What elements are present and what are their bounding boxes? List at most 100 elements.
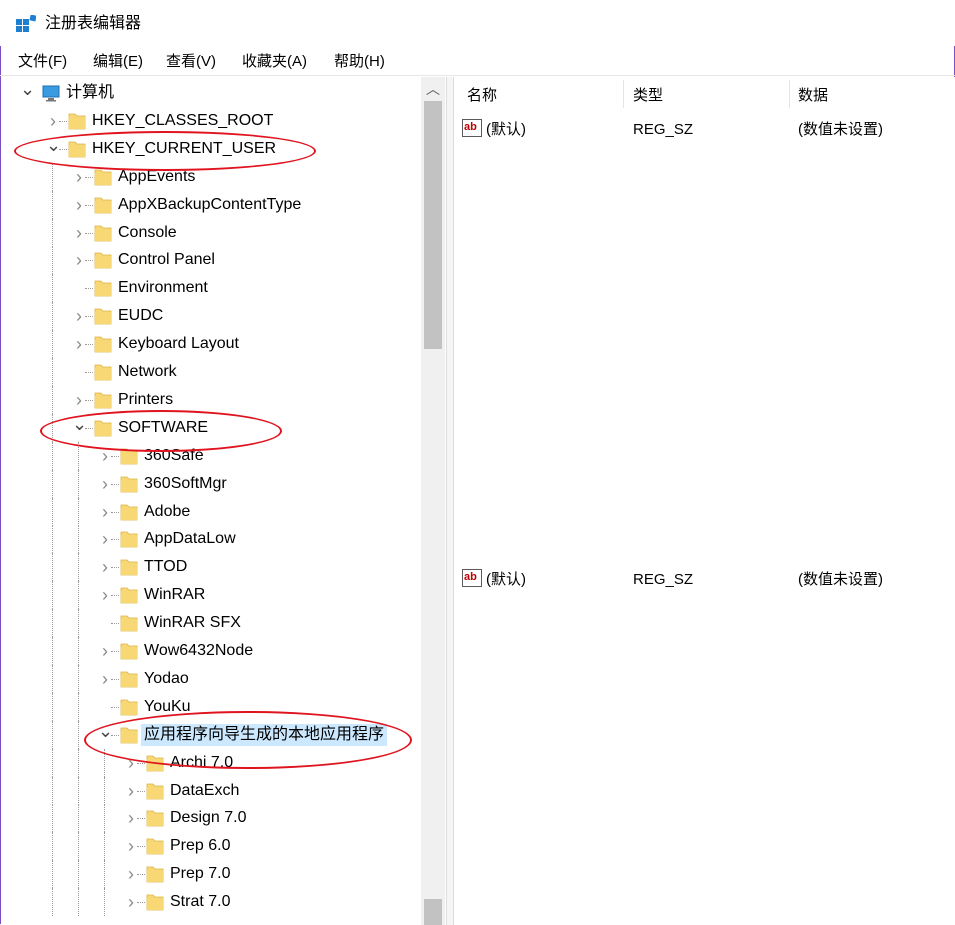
tree-node[interactable]: › Adobe: [10, 497, 420, 526]
tree-node[interactable]: › AppDataLow: [10, 525, 420, 554]
column-header-name[interactable]: 名称: [467, 85, 497, 107]
tree-node-label[interactable]: 360SoftMgr: [141, 473, 230, 495]
tree-node[interactable]: › Wow6432Node: [10, 637, 420, 665]
tree-node-label[interactable]: Control Panel: [115, 249, 218, 271]
chevron-right-icon[interactable]: ›: [72, 390, 86, 410]
chevron-right-icon[interactable]: ›: [72, 306, 86, 326]
chevron-right-icon[interactable]: ›: [124, 753, 138, 773]
tree-node[interactable]: › Strat 7.0: [10, 888, 420, 917]
menu-view[interactable]: 查看(V): [166, 50, 216, 74]
scroll-up-icon[interactable]: ︿: [421, 77, 445, 101]
tree-node-label[interactable]: Prep 7.0: [167, 863, 233, 885]
tree-node[interactable]: WinRAR SFX: [10, 609, 420, 638]
tree-node[interactable]: › WinRAR: [10, 581, 420, 610]
tree-node-label[interactable]: WinRAR: [141, 584, 208, 606]
chevron-right-icon[interactable]: ›: [124, 892, 138, 912]
tree-node[interactable]: › Control Panel: [10, 246, 420, 275]
chevron-right-icon[interactable]: ›: [124, 808, 138, 828]
tree-node-label[interactable]: AppEvents: [115, 166, 198, 188]
chevron-right-icon[interactable]: ›: [98, 557, 112, 577]
menu-file[interactable]: 文件(F): [18, 50, 67, 74]
tree-node-label[interactable]: TTOD: [141, 556, 190, 578]
tree-node-label[interactable]: Keyboard Layout: [115, 333, 242, 355]
chevron-right-icon[interactable]: ›: [98, 474, 112, 494]
tree-node-label[interactable]: Adobe: [141, 501, 193, 523]
chevron-right-icon[interactable]: ›: [46, 111, 60, 131]
tree-node-label[interactable]: Console: [115, 222, 180, 244]
tree-node-label[interactable]: AppXBackupContentType: [115, 194, 304, 216]
menu-favorites[interactable]: 收藏夹(A): [242, 50, 307, 74]
tree-node-label[interactable]: YouKu: [141, 696, 194, 718]
tree-node-label[interactable]: EUDC: [115, 305, 166, 327]
tree-node-label[interactable]: HKEY_CURRENT_USER: [89, 138, 279, 160]
chevron-right-icon[interactable]: ›: [98, 529, 112, 549]
scroll-thumb-lower[interactable]: [424, 899, 442, 925]
tree-node[interactable]: › HKEY_CLASSES_ROOT: [10, 107, 420, 135]
tree-node[interactable]: › EUDC: [10, 302, 420, 331]
tree-node-label[interactable]: Prep 6.0: [167, 835, 233, 857]
title-bar[interactable]: 注册表编辑器: [0, 0, 955, 46]
tree-scrollbar[interactable]: ︿: [421, 77, 445, 925]
chevron-right-icon[interactable]: ›: [124, 836, 138, 856]
chevron-right-icon[interactable]: ›: [98, 641, 112, 661]
tree-node[interactable]: › Archi 7.0: [10, 748, 420, 777]
tree-node-label[interactable]: Environment: [115, 277, 211, 299]
chevron-right-icon[interactable]: ›: [98, 502, 112, 522]
tree-node[interactable]: › 360Safe: [10, 441, 420, 470]
tree-node-label[interactable]: DataExch: [167, 780, 242, 802]
tree-node[interactable]: › DataExch: [10, 776, 420, 805]
value-row[interactable]: ab (默认) REG_SZ (数值未设置): [455, 567, 955, 593]
values-list[interactable]: 名称 类型 数据 ab (默认) REG_SZ (数值未设置) ab (默认) …: [455, 77, 955, 925]
pane-splitter[interactable]: [446, 77, 454, 925]
chevron-right-icon[interactable]: ›: [72, 195, 86, 215]
tree-node[interactable]: › Printers: [10, 385, 420, 414]
tree-node-label[interactable]: AppDataLow: [141, 528, 239, 550]
tree-node[interactable]: › Prep 7.0: [10, 860, 420, 889]
chevron-down-icon[interactable]: ⌄: [46, 135, 61, 155]
tree-node-label[interactable]: 计算机: [63, 82, 117, 104]
chevron-right-icon[interactable]: ›: [124, 781, 138, 801]
tree-node[interactable]: › Console: [10, 218, 420, 247]
chevron-down-icon[interactable]: ⌄: [98, 721, 113, 741]
tree-node[interactable]: › AppXBackupContentType: [10, 190, 420, 219]
tree-node-label[interactable]: 应用程序向导生成的本地应用程序: [141, 723, 388, 746]
tree-node[interactable]: › 360SoftMgr: [10, 469, 420, 498]
column-divider[interactable]: [623, 80, 624, 108]
tree-node-label[interactable]: Printers: [115, 389, 176, 411]
chevron-right-icon[interactable]: ›: [98, 585, 112, 605]
chevron-right-icon[interactable]: ›: [98, 446, 112, 466]
tree-node[interactable]: ⌄ HKEY_CURRENT_USER: [10, 135, 420, 163]
tree-node[interactable]: ⌄ 计算机: [10, 79, 420, 107]
tree-node[interactable]: › TTOD: [10, 553, 420, 582]
chevron-right-icon[interactable]: ›: [72, 167, 86, 187]
tree-node-label[interactable]: Archi 7.0: [167, 752, 236, 774]
tree-node-label[interactable]: HKEY_CLASSES_ROOT: [89, 110, 276, 132]
chevron-right-icon[interactable]: ›: [72, 250, 86, 270]
tree-node-label[interactable]: WinRAR SFX: [141, 612, 244, 634]
tree-node-label[interactable]: SOFTWARE: [115, 417, 211, 439]
chevron-down-icon[interactable]: ⌄: [20, 79, 35, 99]
chevron-down-icon[interactable]: ⌄: [72, 414, 87, 434]
chevron-right-icon[interactable]: ›: [124, 864, 138, 884]
tree-node[interactable]: Network: [10, 358, 420, 386]
tree-node-label[interactable]: Wow6432Node: [141, 640, 256, 662]
chevron-right-icon[interactable]: ›: [72, 334, 86, 354]
chevron-right-icon[interactable]: ›: [98, 669, 112, 689]
column-header-data[interactable]: 数据: [798, 85, 828, 107]
tree-node[interactable]: › Yodao: [10, 664, 420, 693]
tree-node-label[interactable]: Design 7.0: [167, 807, 250, 829]
chevron-right-icon[interactable]: ›: [72, 223, 86, 243]
tree-node[interactable]: ⌄ SOFTWARE: [10, 413, 420, 442]
tree-node[interactable]: › AppEvents: [10, 162, 420, 191]
registry-tree[interactable]: ⌄ 计算机 › HKEY_CLASSES_ROOT ⌄ HKEY_CURRENT_USER…: [10, 77, 420, 925]
tree-node-label[interactable]: 360Safe: [141, 445, 207, 467]
menu-edit[interactable]: 编辑(E): [93, 50, 143, 74]
tree-node[interactable]: Environment: [10, 274, 420, 303]
tree-node-label[interactable]: Yodao: [141, 668, 192, 690]
tree-node[interactable]: YouKu: [10, 692, 420, 721]
tree-node-label[interactable]: Network: [115, 361, 180, 383]
menu-help[interactable]: 帮助(H): [334, 50, 385, 74]
tree-node[interactable]: › Design 7.0: [10, 804, 420, 833]
column-header-type[interactable]: 类型: [633, 85, 663, 107]
scroll-thumb[interactable]: [424, 101, 442, 349]
